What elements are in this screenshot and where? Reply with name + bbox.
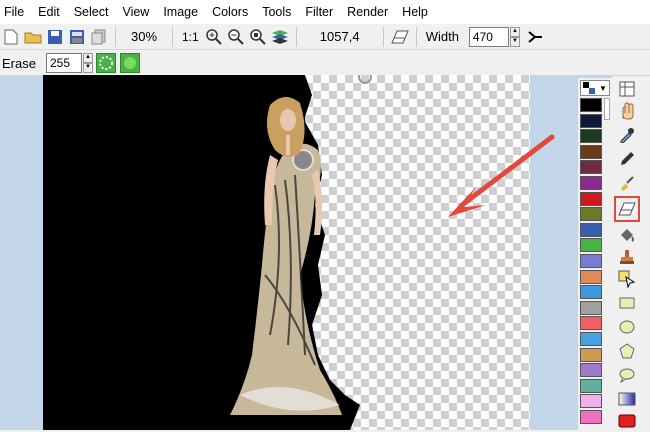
image-canvas[interactable]: [0, 75, 580, 430]
width-label: Width: [425, 29, 459, 44]
toolbar-divider: [295, 26, 297, 47]
rect-icon[interactable]: [616, 292, 638, 314]
toolbar-divider: [172, 26, 173, 47]
menu-bar: File Edit Select View Image Colors Tools…: [0, 0, 650, 24]
brush-icon[interactable]: [616, 172, 638, 194]
color-swatch[interactable]: [580, 269, 602, 284]
open-icon[interactable]: [24, 28, 42, 46]
zoom-out-icon[interactable]: [227, 28, 245, 46]
zoom-in-icon[interactable]: [205, 28, 223, 46]
color-swatch[interactable]: [580, 191, 602, 206]
brush-cursor-icon: [358, 75, 372, 84]
new-icon[interactable]: [2, 28, 20, 46]
spin-up-icon[interactable]: ▲: [509, 26, 520, 37]
color-swatch[interactable]: [580, 363, 602, 378]
arrow-icon[interactable]: [526, 28, 544, 46]
color-swatch[interactable]: [580, 160, 602, 175]
menu-tools[interactable]: Tools: [262, 5, 291, 19]
chevron-down-icon: ▼: [599, 83, 607, 93]
eraser-icon: [390, 28, 409, 46]
color-swatch[interactable]: [580, 113, 602, 128]
spin-up-icon[interactable]: ▲: [82, 53, 93, 63]
toolbar-divider: [115, 26, 116, 47]
save-icon[interactable]: [46, 28, 64, 46]
zoom-level[interactable]: 30%: [121, 29, 167, 44]
spin-down-icon[interactable]: ▼: [509, 36, 520, 47]
color-swatch[interactable]: [580, 332, 602, 346]
eraser-tool-icon[interactable]: [614, 196, 640, 222]
menu-select[interactable]: Select: [74, 5, 109, 19]
actual-size-button[interactable]: 1:1: [182, 30, 199, 44]
palette-dropdown[interactable]: ▼: [580, 80, 610, 96]
face: [280, 109, 296, 131]
pencil-icon[interactable]: [616, 148, 638, 170]
menu-edit[interactable]: Edit: [38, 5, 60, 19]
color-swatch[interactable]: [580, 144, 602, 159]
erase-label: Erase: [2, 55, 36, 71]
color-swatch[interactable]: [580, 222, 602, 237]
fill-icon[interactable]: [616, 224, 638, 246]
hand-icon[interactable]: [616, 100, 638, 122]
transparency-icon[interactable]: [95, 53, 116, 73]
color-swatch[interactable]: [580, 316, 602, 331]
select-icon[interactable]: [616, 268, 638, 290]
color-swatch[interactable]: [580, 176, 602, 190]
erase-spinner[interactable]: ▲ ▼: [82, 53, 93, 73]
main-toolbar: 30% 1:1 1057,4 Width 470 ▲ ▼: [0, 24, 650, 50]
menu-image[interactable]: Image: [163, 5, 198, 19]
color-swatch[interactable]: [580, 98, 602, 112]
neck: [286, 135, 290, 155]
color-swatch[interactable]: [580, 394, 602, 409]
color-swatch[interactable]: [580, 207, 602, 222]
color-swatch[interactable]: [580, 129, 602, 144]
toolbar-divider: [415, 26, 417, 47]
red-rect-icon[interactable]: [616, 410, 638, 432]
speech-icon[interactable]: [616, 364, 638, 386]
polygon-icon[interactable]: [616, 340, 638, 362]
toolbox: [612, 76, 650, 430]
toolbar-divider: [382, 26, 384, 47]
zoom-fit-icon[interactable]: [249, 28, 267, 46]
copy-icon[interactable]: [90, 28, 108, 46]
menu-view[interactable]: View: [122, 5, 149, 19]
color-swatch[interactable]: [580, 378, 602, 393]
color-swatch[interactable]: [580, 347, 602, 362]
annotation-arrow: [459, 134, 555, 208]
gradient-icon[interactable]: [616, 388, 638, 410]
spin-down-icon[interactable]: ▼: [82, 63, 93, 73]
erase-field[interactable]: 255: [45, 53, 82, 73]
grid-icon[interactable]: [616, 78, 638, 100]
width-spinner[interactable]: ▲ ▼: [509, 26, 520, 47]
color-swatch[interactable]: [580, 285, 602, 300]
layers-icon[interactable]: [271, 28, 289, 46]
menu-render[interactable]: Render: [347, 5, 388, 19]
menu-filter[interactable]: Filter: [305, 5, 333, 19]
eyedropper-icon[interactable]: [616, 124, 638, 146]
green-mode-icon[interactable]: [119, 53, 140, 73]
menu-colors[interactable]: Colors: [212, 5, 248, 19]
color-swatch[interactable]: [580, 300, 602, 315]
width-field[interactable]: 470: [468, 26, 509, 47]
palette-scrollbar[interactable]: [604, 98, 610, 120]
color-palette: ▼: [578, 78, 612, 430]
ellipse-icon[interactable]: [616, 316, 638, 338]
menu-help[interactable]: Help: [402, 5, 428, 19]
color-swatch[interactable]: [580, 238, 602, 253]
color-swatch[interactable]: [580, 254, 602, 268]
color-swatch[interactable]: [580, 410, 602, 424]
cursor-coordinates: 1057,4: [319, 29, 360, 44]
print-icon[interactable]: [68, 28, 86, 46]
menu-file[interactable]: File: [4, 5, 24, 19]
tool-options-bar: Erase 255 ▲ ▼: [0, 51, 650, 75]
stamp-icon[interactable]: [616, 246, 638, 268]
